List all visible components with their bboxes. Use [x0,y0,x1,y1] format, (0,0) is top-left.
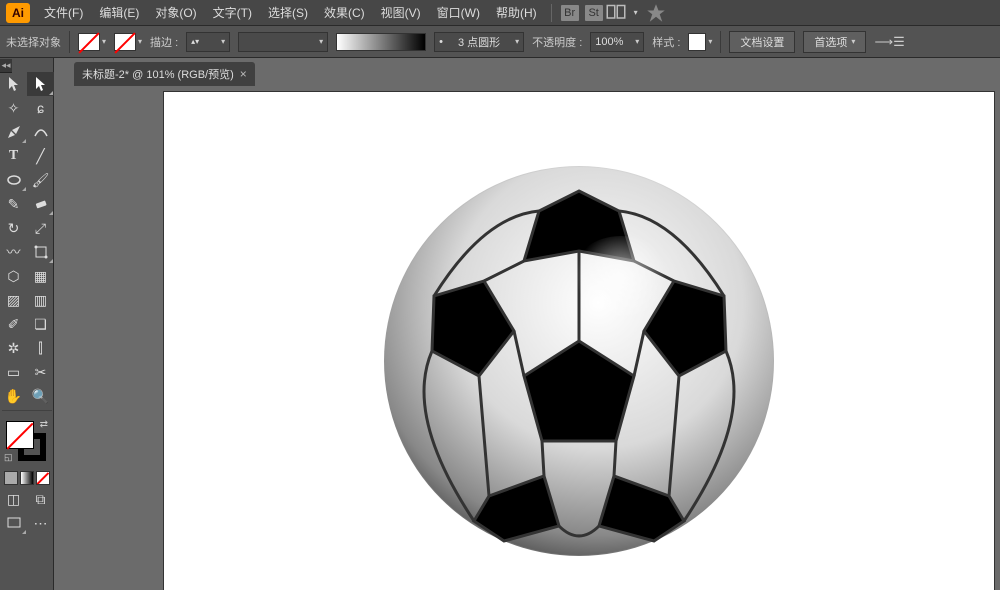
artboard [164,92,994,590]
selection-status: 未选择对象 [6,34,61,50]
opacity-label: 不透明度 : [532,34,582,50]
eraser-tool[interactable] [27,192,54,216]
options-bar: 未选择对象 ▾ ▾ 描边 : ▴▾▾ ▾ • 3 点圆形 ▾ 不透明度 : 10… [0,26,1000,58]
brush-definition-dropdown[interactable]: • 3 点圆形 ▾ [434,32,524,52]
fill-stroke-control[interactable]: ⇄ ◱ [0,417,54,465]
free-transform-tool[interactable] [27,240,54,264]
arrange-documents-icon[interactable] [606,4,626,22]
brush-preview[interactable] [336,33,426,51]
stroke-weight-input[interactable]: ▴▾▾ [186,32,230,52]
gpu-preview-icon[interactable] [646,4,666,22]
mesh-tool[interactable]: ▨ [0,288,27,312]
menu-select[interactable]: 选择(S) [260,0,316,25]
edit-toolbar-button[interactable]: ⋯ [27,511,54,535]
menu-effect[interactable]: 效果(C) [316,0,373,25]
draw-normal-mode[interactable]: ◫ [0,487,27,511]
slice-tool[interactable]: ✂ [27,360,54,384]
close-tab-icon[interactable]: × [240,67,247,81]
menu-file[interactable]: 文件(F) [36,0,91,25]
fill-swatch[interactable]: ▾ [78,33,106,51]
direct-selection-tool[interactable] [27,72,54,96]
preferences-button[interactable]: 首选项▾ [803,31,866,53]
menu-help[interactable]: 帮助(H) [488,0,545,25]
blend-tool[interactable]: ❏ [27,312,54,336]
opacity-input[interactable]: 100%▾ [590,32,644,52]
hand-tool[interactable]: ✋ [0,384,27,408]
width-tool[interactable]: 〰 [0,240,27,264]
soccer-ball-artwork [384,166,774,556]
toolbox: ✧ ɕ T ╱ 🖌 ✎ ↻ ⤢ 〰 ⬡ ▦ ▨ ▥ ✐ ❏ ✲ ⫿ ▭ ✂ ✋ … [0,58,54,590]
menu-object[interactable]: 对象(O) [147,0,204,25]
artboard-tool[interactable]: ▭ [0,360,27,384]
pen-tool[interactable] [0,120,27,144]
stroke-swatch[interactable]: ▾ [114,33,142,51]
paintbrush-tool[interactable]: 🖌 [27,168,54,192]
canvas-viewport[interactable] [54,86,1000,590]
separator [69,31,70,53]
brush-name: 3 点圆形 [458,34,500,50]
watermark-text: 云南龙网 [918,560,994,586]
menu-window[interactable]: 窗口(W) [429,0,488,25]
color-mode-gradient[interactable] [20,471,34,485]
document-setup-button[interactable]: 文档设置 [729,31,795,53]
color-mode-solid[interactable] [4,471,18,485]
align-flyout-icon[interactable]: ⟶☰ [874,34,904,50]
pencil-tool[interactable]: ✎ [0,192,27,216]
app-logo: Ai [6,3,30,23]
magic-wand-tool[interactable]: ✧ [0,96,27,120]
zoom-tool[interactable]: 🔍 [27,384,54,408]
menu-bar: Ai 文件(F) 编辑(E) 对象(O) 文字(T) 选择(S) 效果(C) 视… [0,0,1000,26]
separator [720,31,721,53]
style-label: 样式 : [652,34,680,50]
color-mode-none[interactable] [36,471,50,485]
document-tab-strip: 未标题-2* @ 101% (RGB/预览) × [54,58,1000,86]
ellipse-tool[interactable] [0,168,27,192]
variable-width-profile[interactable]: ▾ [238,32,328,52]
scale-tool[interactable]: ⤢ [27,216,54,240]
fill-color-swatch[interactable] [6,421,34,449]
stroke-label: 描边 : [150,34,178,50]
selection-tool[interactable] [0,72,27,96]
shape-builder-tool[interactable]: ⬡ [0,264,27,288]
toolbox-collapse-icon[interactable]: ◂◂ [0,59,12,73]
line-tool[interactable]: ╱ [27,144,54,168]
menu-edit[interactable]: 编辑(E) [91,0,147,25]
color-mode-row [0,471,53,485]
graphic-style-swatch[interactable]: ▾ [688,33,712,51]
type-tool[interactable]: T [0,144,27,168]
swap-fill-stroke-icon[interactable]: ⇄ [40,419,48,430]
document-tab-title: 未标题-2* @ 101% (RGB/预览) [82,66,234,82]
curvature-tool[interactable] [27,120,54,144]
symbol-sprayer-tool[interactable]: ✲ [0,336,27,360]
main-area: ✧ ɕ T ╱ 🖌 ✎ ↻ ⤢ 〰 ⬡ ▦ ▨ ▥ ✐ ❏ ✲ ⫿ ▭ ✂ ✋ … [0,58,1000,590]
eyedropper-tool[interactable]: ✐ [0,312,27,336]
screen-mode-button[interactable] [0,511,27,535]
menu-view[interactable]: 视图(V) [373,0,429,25]
stock-icon[interactable]: St [585,5,603,21]
arrange-dropdown-icon[interactable]: ▾ [626,4,646,22]
default-fill-stroke-icon[interactable]: ◱ [4,452,13,463]
bridge-icon[interactable]: Br [561,5,579,21]
document-area: 未标题-2* @ 101% (RGB/预览) × [54,58,1000,590]
document-tab[interactable]: 未标题-2* @ 101% (RGB/预览) × [74,62,255,86]
lasso-tool[interactable]: ɕ [27,96,54,120]
column-graph-tool[interactable]: ⫿ [27,336,54,360]
draw-behind-mode[interactable]: ⧉ [27,487,54,511]
gradient-tool[interactable]: ▥ [27,288,54,312]
menu-separator [551,4,552,22]
rotate-tool[interactable]: ↻ [0,216,27,240]
perspective-grid-tool[interactable]: ▦ [27,264,54,288]
menu-type[interactable]: 文字(T) [205,0,260,25]
